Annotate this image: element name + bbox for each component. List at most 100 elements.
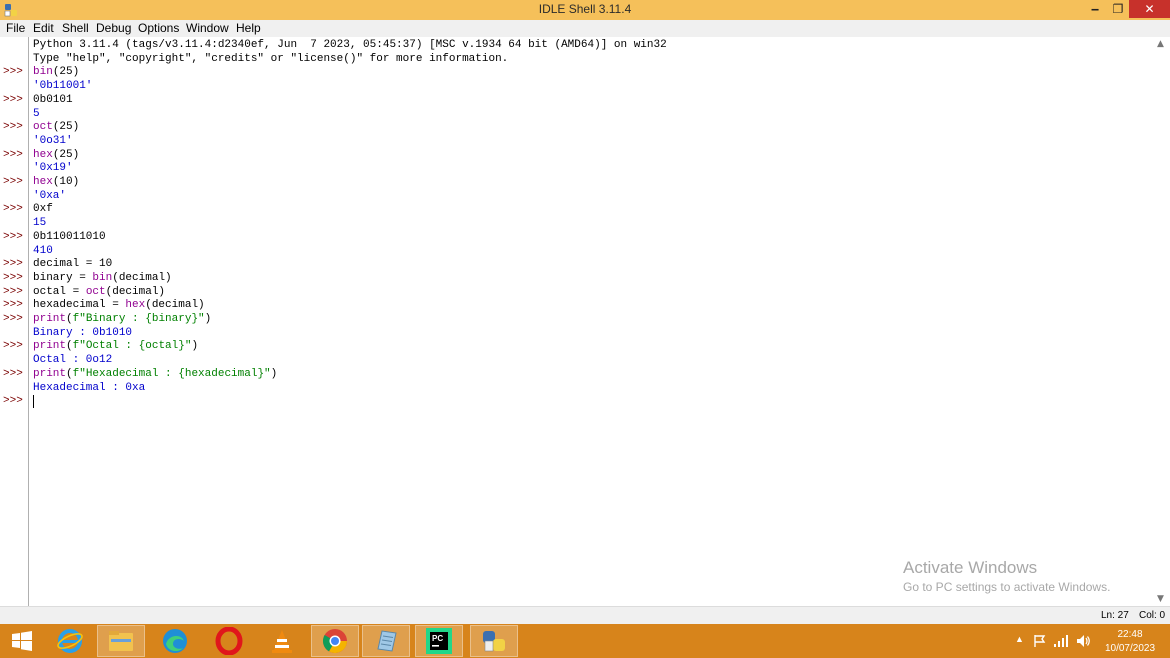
input-line: decimal = 10 [33,258,112,272]
code-token: binary = [33,271,93,284]
output-line: 5 [33,108,40,122]
code-token: ) [191,340,199,353]
shell-prompt: >>> [3,203,23,216]
window-title: IDLE Shell 3.11.4 [538,2,632,16]
code-token: print [33,313,67,325]
code-token: '0xa' [33,189,67,202]
python-icon [483,631,505,652]
close-button[interactable]: ✕ [1129,0,1170,18]
output-line: '0x19' [33,162,73,176]
vertical-scrollbar[interactable]: ▲ ▼ [1154,37,1170,606]
status-bar: Ln: 27 Col: 0 [0,606,1170,625]
shell-prompt: >>> [3,367,23,380]
code-token: (decimal) [145,299,205,312]
taskbar: PC ▲ 22:48 10/07/2023 [0,624,1170,658]
input-line: hex(10) [33,176,79,190]
taskbar-vlc[interactable] [258,625,306,657]
watermark-subtitle: Go to PC settings to activate Windows. [903,580,1111,594]
taskbar-edge[interactable] [151,625,199,657]
code-token: '0b11001' [33,80,93,93]
volume-icon[interactable] [1075,633,1091,649]
line-number: Ln: 27 [1101,610,1129,621]
output-line: 410 [33,245,53,259]
taskbar-chrome[interactable] [311,625,359,657]
code-token: hex [125,299,146,312]
vlc-cone-icon [272,630,292,653]
input-line: print(f"Octal : {octal}") [33,340,198,354]
output-line: 15 [33,217,46,231]
show-hidden-icons-icon[interactable]: ▲ [1015,634,1024,644]
menu-shell[interactable]: Shell [62,21,89,35]
minimize-button[interactable]: ‒ [1083,0,1107,18]
code-token: 0b0101 [33,93,73,106]
input-line: oct(25) [33,121,79,135]
code-token: ( [66,313,73,325]
maximize-button[interactable]: ❐ [1107,0,1129,18]
menu-help[interactable]: Help [236,21,261,35]
input-line: bin(25) [33,66,79,80]
code-token: ) [204,313,212,325]
scroll-up-icon[interactable]: ▲ [1157,39,1164,49]
code-token: (10) [52,176,80,188]
input-line: octal = oct(decimal) [33,286,165,300]
banner-line: Python 3.11.4 (tags/v3.11.4:d2340ef, Jun… [33,39,667,51]
code-token: decimal = 10 [33,258,113,271]
output-line: Octal : 0o12 [33,354,112,368]
input-line: hex(25) [33,149,79,163]
title-bar[interactable]: IDLE Shell 3.11.4 ‒ ❐ ✕ [0,0,1170,20]
column-number: Col: 0 [1139,610,1166,621]
start-button[interactable] [0,625,44,657]
input-line: hexadecimal = hex(decimal) [33,299,205,313]
code-token: 0xf [33,203,53,216]
code-token: f"Octal : {octal}" [72,340,192,353]
windows-logo-icon [12,631,32,651]
shell-prompt: >>> [3,66,23,79]
shell-prompt: >>> [3,313,23,325]
taskbar-pycharm[interactable]: PC [415,625,463,657]
menu-options[interactable]: Options [138,21,179,35]
code-token: print [33,340,67,353]
menu-window[interactable]: Window [186,21,229,35]
code-token: (decimal) [105,285,166,298]
output-line: '0o31' [33,135,73,149]
shell-prompt: >>> [3,271,23,284]
shell-prompt: >>> [3,258,23,271]
menu-debug[interactable]: Debug [96,21,131,35]
input-line: print(f"Binary : {binary}") [33,313,211,327]
code-token: Hexadecimal : 0xa [33,381,146,394]
taskbar-python[interactable] [470,625,518,657]
shell-prompt: >>> [3,121,23,134]
chrome-icon [322,629,347,654]
activate-windows-watermark: Activate Windows Go to PC settings to ac… [903,558,1110,594]
code-token: 0b110011010 [33,230,106,243]
code-token: hex [33,176,53,188]
shell-prompt: >>> [3,176,23,188]
code-token: f"Hexadecimal : {hexadecimal}" [72,367,271,380]
folder-icon [109,631,133,651]
notepad-icon [377,630,397,652]
shell-editor[interactable]: >>> >>> >>> >>> >>> >>> >>> >>> >>> >>> >>> >>> >>> >… [0,37,1170,606]
code-token: (25) [52,148,80,161]
edge-icon [163,629,187,653]
code-token: 15 [33,217,47,230]
menu-bar: File Edit Shell Debug Options Window Hel… [0,20,1170,37]
clock-date: 10/07/2023 [1104,643,1156,654]
code-token: oct [33,121,53,134]
taskbar-opera[interactable] [205,625,253,657]
action-center-flag-icon[interactable] [1033,634,1047,648]
scroll-down-icon[interactable]: ▼ [1157,594,1164,604]
menu-file[interactable]: File [6,21,25,35]
menu-edit[interactable]: Edit [33,21,54,35]
taskbar-file-explorer[interactable] [97,625,145,657]
code-token: oct [85,285,106,298]
taskbar-clock[interactable]: 22:48 10/07/2023 [1102,628,1158,656]
code-token: f"Binary : {binary}" [72,313,205,325]
taskbar-notepad[interactable] [362,625,410,657]
shell-prompt: >>> [3,148,23,161]
prompt-gutter: >>> >>> >>> >>> >>> >>> >>> >>> >>> >>> >>> >>> >>> >… [0,37,29,606]
taskbar-ie[interactable] [46,625,94,657]
code-token: (25) [52,121,80,134]
shell-prompt: >>> [3,285,23,298]
pycharm-icon: PC [426,628,452,654]
network-signal-icon[interactable] [1053,634,1069,648]
